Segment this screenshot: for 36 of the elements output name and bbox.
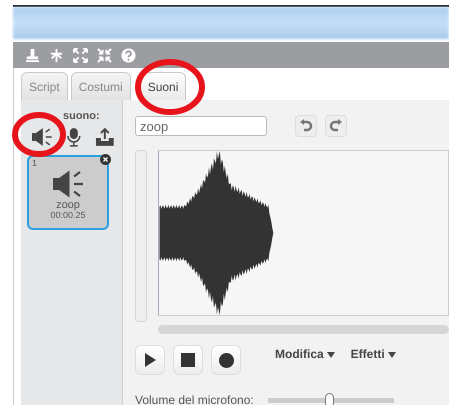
record-icon [218,352,234,368]
undo-icon [299,119,313,133]
speaker-icon [50,168,86,198]
play-button[interactable] [135,345,165,375]
help-icon[interactable] [121,48,136,62]
stop-button[interactable] [173,345,203,375]
play-icon [144,353,156,367]
new-sound-label: suono: [62,109,101,124]
highlight-circle [134,58,206,116]
redo-button[interactable] [325,115,347,137]
sound-name-field[interactable]: zoop [135,116,267,136]
sound-card[interactable]: 1 zoop 00:00.25 [27,154,109,230]
caret-icon [388,352,396,358]
dropdown-menu[interactable]: Effetti [350,345,396,363]
tab[interactable]: Suoni [140,72,186,100]
stop-icon [181,353,195,367]
slider-thumb[interactable] [325,392,334,405]
record-button[interactable] [211,345,241,375]
caret-icon [326,352,335,358]
scrollbar[interactable] [158,325,449,334]
microphone-volume-label: Volume del microfono: [135,392,254,405]
close-icon[interactable] [100,154,111,164]
shrink-icon[interactable] [97,48,112,62]
tab[interactable]: Script [21,72,68,100]
tab[interactable]: Costumi [70,72,131,100]
sound-name: zoop [56,198,80,210]
waveform-panel[interactable] [158,150,449,316]
dropdown-menu[interactable]: Modifica [275,345,335,363]
stamp-icon[interactable] [25,48,40,62]
grow-icon[interactable] [73,48,88,62]
sound-duration: 00:00.25 [49,210,87,220]
speaker-icon[interactable] [31,126,53,146]
redo-icon [329,119,343,133]
undo-button[interactable] [295,115,317,137]
sound-number: 1 [32,156,38,170]
upload-icon[interactable] [94,126,116,146]
